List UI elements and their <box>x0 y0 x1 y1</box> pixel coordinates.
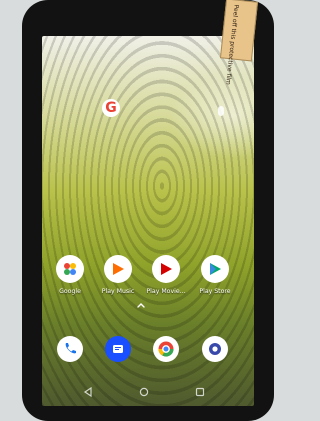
phone-icon <box>57 336 83 362</box>
home-icon[interactable] <box>138 386 150 398</box>
recents-icon[interactable] <box>194 386 206 398</box>
chrome-glyph <box>158 341 174 357</box>
app-play-music[interactable]: Play Music <box>96 255 140 295</box>
camera-icon <box>202 336 228 362</box>
google-search-widget-icon[interactable]: G <box>102 99 120 117</box>
protective-film-sticker: Peel off this protective film <box>219 0 259 85</box>
google-folder-icon <box>56 255 84 283</box>
app-play-movies[interactable]: Play Movie... <box>144 255 188 295</box>
play-store-icon <box>201 255 229 283</box>
camera-glyph <box>209 343 221 355</box>
app-label: Play Movie... <box>146 288 186 295</box>
mic-icon[interactable] <box>218 106 224 116</box>
dock-phone[interactable] <box>48 336 92 362</box>
messages-icon <box>105 336 131 362</box>
dock-camera[interactable] <box>193 336 237 362</box>
play-music-glyph <box>113 263 124 275</box>
phone-glyph <box>65 343 76 354</box>
google-folder-glyph <box>64 263 76 275</box>
play-store-glyph <box>210 263 221 275</box>
dock-messages[interactable] <box>96 336 140 362</box>
play-movies-icon <box>152 255 180 283</box>
app-label: Play Music <box>101 288 135 295</box>
dock-chrome[interactable] <box>144 336 188 362</box>
photo-scene: G Peel off this protective film Google P… <box>0 0 314 421</box>
app-play-store[interactable]: Play Store <box>193 255 237 295</box>
app-label: Google <box>59 288 81 295</box>
messages-glyph <box>113 345 123 353</box>
chrome-icon <box>153 336 179 362</box>
app-google[interactable]: Google <box>48 255 92 295</box>
app-label: Play Store <box>199 288 231 295</box>
play-movies-glyph <box>161 263 172 275</box>
back-icon[interactable] <box>82 386 94 398</box>
android-nav-bar <box>62 386 230 400</box>
play-music-icon <box>104 255 132 283</box>
chevron-up-icon[interactable] <box>136 300 146 310</box>
